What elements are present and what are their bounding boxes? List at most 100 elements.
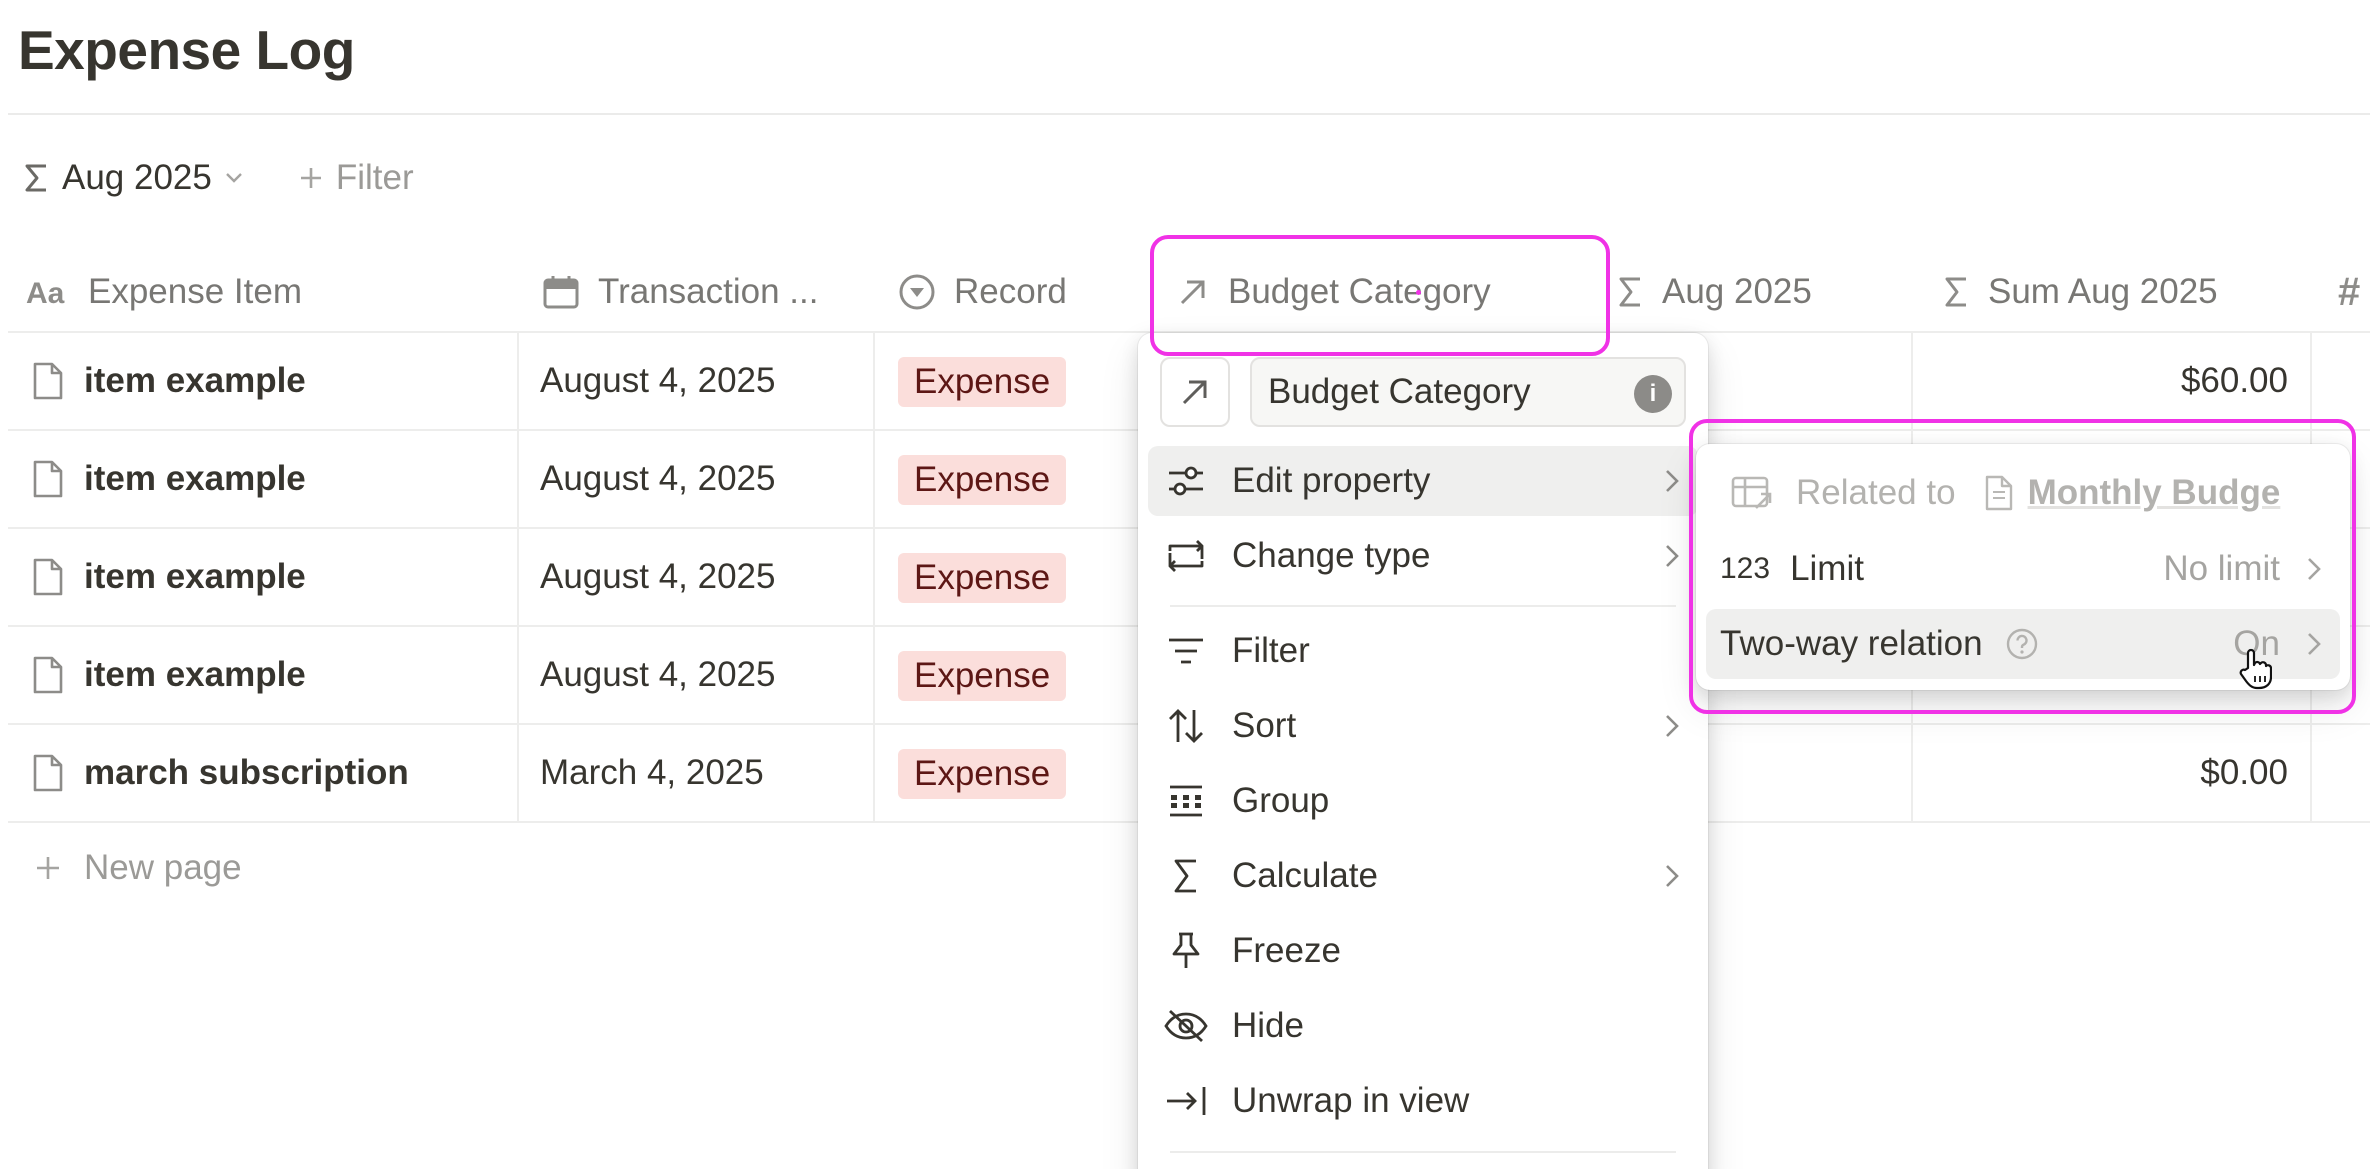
column-header-label: Sum Aug 2025: [1988, 272, 2218, 311]
sigma-icon: [1618, 276, 1644, 308]
expense-item-cell[interactable]: item example: [32, 430, 306, 528]
add-filter-label: Filter: [335, 158, 414, 197]
record-tag[interactable]: Expense: [898, 553, 1067, 603]
column-header-label: Transaction ...: [598, 272, 819, 311]
transaction-date-cell[interactable]: March 4, 2025: [540, 724, 764, 822]
text-caret: [1416, 290, 1421, 295]
chevron-right-icon: [1664, 713, 1680, 739]
expense-item-cell[interactable]: march subscription: [32, 724, 409, 822]
menu-item-label: Freeze: [1232, 931, 1341, 970]
menu-item-hide[interactable]: Hide: [1148, 991, 1698, 1061]
sigma-icon: [1944, 276, 1970, 308]
new-page-label: New page: [84, 848, 242, 887]
property-name-value: Budget Category: [1268, 372, 1531, 411]
menu-item-sort[interactable]: Sort: [1148, 691, 1698, 761]
menu-item-calculate[interactable]: Calculate: [1148, 841, 1698, 911]
eye-off-icon: [1160, 1008, 1212, 1044]
column-header-sum-aug-2025[interactable]: Sum Aug 2025: [1944, 252, 2218, 332]
page-icon: [32, 557, 64, 597]
property-menu: Budget Category i Edit property Change t…: [1138, 333, 1708, 1169]
menu-item-label: Filter: [1232, 631, 1310, 670]
expense-item-name: march subscription: [84, 753, 409, 792]
relation-type-icon-button[interactable]: [1160, 357, 1230, 427]
chevron-right-icon: [1664, 863, 1680, 889]
transaction-date-cell[interactable]: August 4, 2025: [540, 332, 775, 430]
menu-divider: [1170, 1151, 1676, 1153]
record-tag[interactable]: Expense: [898, 651, 1067, 701]
page-icon: [32, 361, 64, 401]
expense-item-name: item example: [84, 557, 306, 596]
column-header-record[interactable]: Record: [898, 252, 1067, 332]
title-divider: [8, 113, 2370, 115]
menu-item-label: Hide: [1232, 1006, 1304, 1045]
column-header-aug-2025[interactable]: Aug 2025: [1618, 252, 1812, 332]
menu-item-label: Unwrap in view: [1232, 1081, 1470, 1120]
number-icon: #: [2338, 269, 2361, 314]
expense-item-name: item example: [84, 361, 306, 400]
column-header-label: Aug 2025: [1662, 272, 1812, 311]
sigma-icon: [24, 163, 50, 193]
page-icon: [32, 655, 64, 695]
budget-category-highlight: [1150, 235, 1610, 356]
relation-submenu-highlight: [1689, 419, 2356, 714]
unwrap-icon: [1160, 1083, 1212, 1119]
plus-icon: [298, 165, 324, 191]
sum-aug-2025-cell[interactable]: $60.00: [2181, 332, 2288, 430]
transaction-date-cell[interactable]: August 4, 2025: [540, 430, 775, 528]
page-icon: [32, 459, 64, 499]
column-header-label: Expense Item: [88, 272, 302, 311]
record-tag[interactable]: Expense: [898, 749, 1067, 799]
view-toolbar: Aug 2025 Filter: [24, 150, 414, 206]
property-name-row: Budget Category i: [1160, 357, 1686, 427]
info-icon[interactable]: i: [1634, 375, 1672, 413]
sliders-icon: [1160, 464, 1212, 498]
record-tag[interactable]: Expense: [898, 357, 1067, 407]
expense-item-cell[interactable]: item example: [32, 528, 306, 626]
group-icon: [1160, 784, 1212, 818]
expense-item-cell[interactable]: item example: [32, 332, 306, 430]
column-header-expense-item[interactable]: Aa Expense Item: [26, 252, 302, 332]
plus-icon: [34, 854, 62, 882]
new-page-button[interactable]: New page: [34, 848, 242, 888]
menu-item-label: Sort: [1232, 706, 1297, 745]
filter-icon: [1160, 636, 1212, 666]
column-header-transaction[interactable]: Transaction ...: [542, 252, 818, 332]
menu-item-unwrap[interactable]: Unwrap in view: [1148, 1066, 1698, 1136]
transaction-date-cell[interactable]: August 4, 2025: [540, 528, 775, 626]
menu-item-label: Change type: [1232, 536, 1431, 575]
menu-item-change-type[interactable]: Change type: [1148, 521, 1698, 591]
menu-item-edit-property[interactable]: Edit property: [1148, 446, 1698, 516]
column-header-number[interactable]: #: [2338, 252, 2360, 332]
text-aa-icon: Aa: [26, 277, 70, 307]
property-name-input[interactable]: Budget Category i: [1250, 357, 1686, 427]
page-title: Expense Log: [18, 19, 355, 81]
menu-item-filter[interactable]: Filter: [1148, 616, 1698, 686]
calculation-view-label: Aug 2025: [62, 158, 212, 197]
add-filter-button[interactable]: Filter: [298, 158, 414, 198]
svg-text:Aa: Aa: [26, 277, 65, 307]
calculation-view-button[interactable]: Aug 2025: [24, 158, 244, 198]
menu-item-label: Edit property: [1232, 461, 1431, 500]
select-icon: [898, 273, 936, 311]
sort-icon: [1160, 707, 1212, 745]
chevron-right-icon: [1664, 468, 1680, 494]
menu-item-label: Calculate: [1232, 856, 1378, 895]
menu-item-group[interactable]: Group: [1148, 766, 1698, 836]
page-icon: [32, 753, 64, 793]
expense-item-name: item example: [84, 459, 306, 498]
chevron-right-icon: [1664, 543, 1680, 569]
column-header-label: Record: [954, 272, 1067, 311]
sigma-icon: [1160, 858, 1212, 894]
sum-aug-2025-cell[interactable]: $0.00: [2200, 724, 2288, 822]
menu-divider: [1170, 605, 1676, 607]
calendar-icon: [542, 274, 580, 310]
expense-item-name: item example: [84, 655, 306, 694]
expense-item-cell[interactable]: item example: [32, 626, 306, 724]
change-type-icon: [1160, 537, 1212, 575]
transaction-date-cell[interactable]: August 4, 2025: [540, 626, 775, 724]
menu-item-label: Group: [1232, 781, 1330, 820]
pin-icon: [1160, 931, 1212, 971]
chevron-down-icon: [224, 171, 244, 185]
record-tag[interactable]: Expense: [898, 455, 1067, 505]
menu-item-freeze[interactable]: Freeze: [1148, 916, 1698, 986]
